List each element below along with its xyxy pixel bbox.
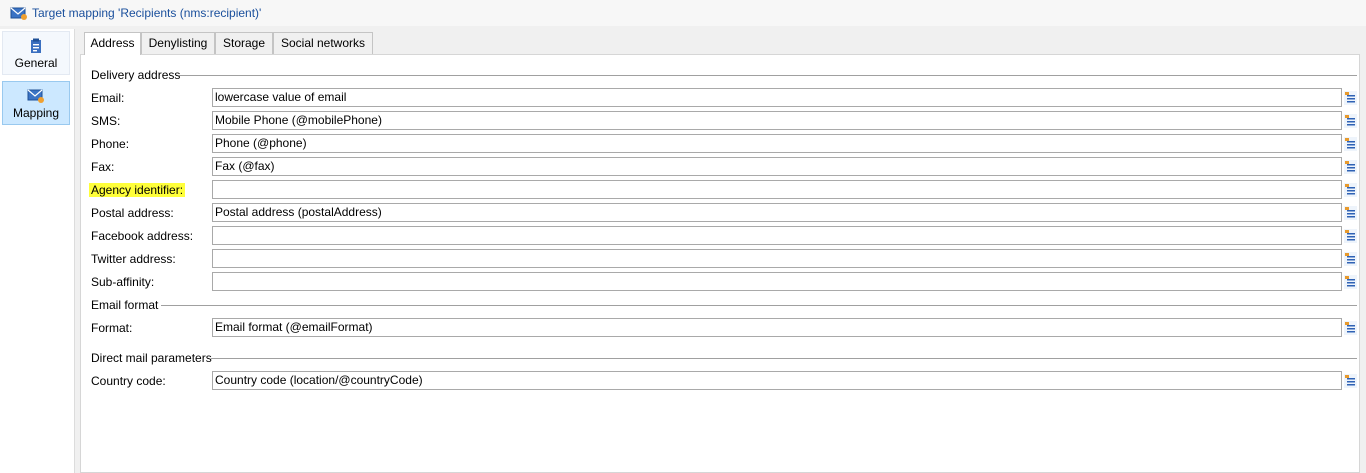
section-divider [179, 75, 1357, 76]
edit-expression-icon[interactable] [1344, 91, 1357, 105]
sidebar-item-label: General [14, 56, 58, 70]
email-label: Email: [91, 91, 125, 105]
edit-expression-icon[interactable] [1344, 374, 1357, 388]
sidebar: General Mapping [0, 29, 75, 473]
section-title-direct-mail: Direct mail parameters [91, 351, 212, 365]
facebook-address-field[interactable] [212, 226, 1342, 245]
edit-expression-icon[interactable] [1344, 252, 1357, 266]
tab-address[interactable]: Address [84, 32, 141, 55]
email-field[interactable]: lowercase value of email [212, 88, 1342, 107]
format-label: Format: [91, 321, 133, 335]
fax-label: Fax: [91, 160, 115, 174]
edit-expression-icon[interactable] [1344, 160, 1357, 174]
edit-expression-icon[interactable] [1344, 206, 1357, 220]
phone-field[interactable]: Phone (@phone) [212, 134, 1342, 153]
sub-affinity-field[interactable] [212, 272, 1342, 291]
window-title: Target mapping 'Recipients (nms:recipien… [32, 6, 262, 20]
edit-expression-icon[interactable] [1344, 321, 1357, 335]
section-title-delivery-address: Delivery address [91, 68, 181, 82]
tab-denylisting[interactable]: Denylisting [141, 32, 215, 54]
twitter-address-field[interactable] [212, 249, 1342, 268]
country-code-field[interactable]: Country code (location/@countryCode) [212, 371, 1342, 390]
tab-storage[interactable]: Storage [215, 32, 273, 54]
edit-expression-icon[interactable] [1344, 183, 1357, 197]
postal-address-label: Postal address: [91, 206, 174, 220]
agency-identifier-field[interactable] [212, 180, 1342, 199]
envelope-mapping-icon [27, 89, 44, 103]
sidebar-item-label: Mapping [12, 106, 60, 120]
section-divider [211, 358, 1357, 359]
sms-label: SMS: [91, 114, 121, 128]
edit-expression-icon[interactable] [1344, 114, 1357, 128]
sms-field[interactable]: Mobile Phone (@mobilePhone) [212, 111, 1342, 130]
sidebar-item-mapping[interactable]: Mapping [2, 81, 70, 125]
edit-expression-icon[interactable] [1344, 275, 1357, 289]
section-divider [161, 305, 1357, 306]
window-titlebar: Target mapping 'Recipients (nms:recipien… [0, 0, 1366, 26]
phone-label: Phone: [91, 137, 130, 151]
address-panel: Delivery address Email: lowercase value … [80, 54, 1360, 473]
edit-expression-icon[interactable] [1344, 137, 1357, 151]
section-title-email-format: Email format [91, 298, 159, 312]
postal-address-field[interactable]: Postal address (postalAddress) [212, 203, 1342, 222]
fax-field[interactable]: Fax (@fax) [212, 157, 1342, 176]
edit-expression-icon[interactable] [1344, 229, 1357, 243]
clipboard-icon [31, 38, 41, 53]
sidebar-item-general[interactable]: General [2, 31, 70, 75]
tab-social-networks[interactable]: Social networks [273, 32, 373, 54]
agency-identifier-label: Agency identifier: [89, 183, 186, 197]
envelope-target-icon [10, 7, 27, 20]
twitter-address-label: Twitter address: [91, 252, 176, 266]
email-format-field[interactable]: Email format (@emailFormat) [212, 318, 1342, 337]
facebook-address-label: Facebook address: [91, 229, 194, 243]
country-code-label: Country code: [91, 374, 166, 388]
sub-affinity-label: Sub-affinity: [91, 275, 155, 289]
